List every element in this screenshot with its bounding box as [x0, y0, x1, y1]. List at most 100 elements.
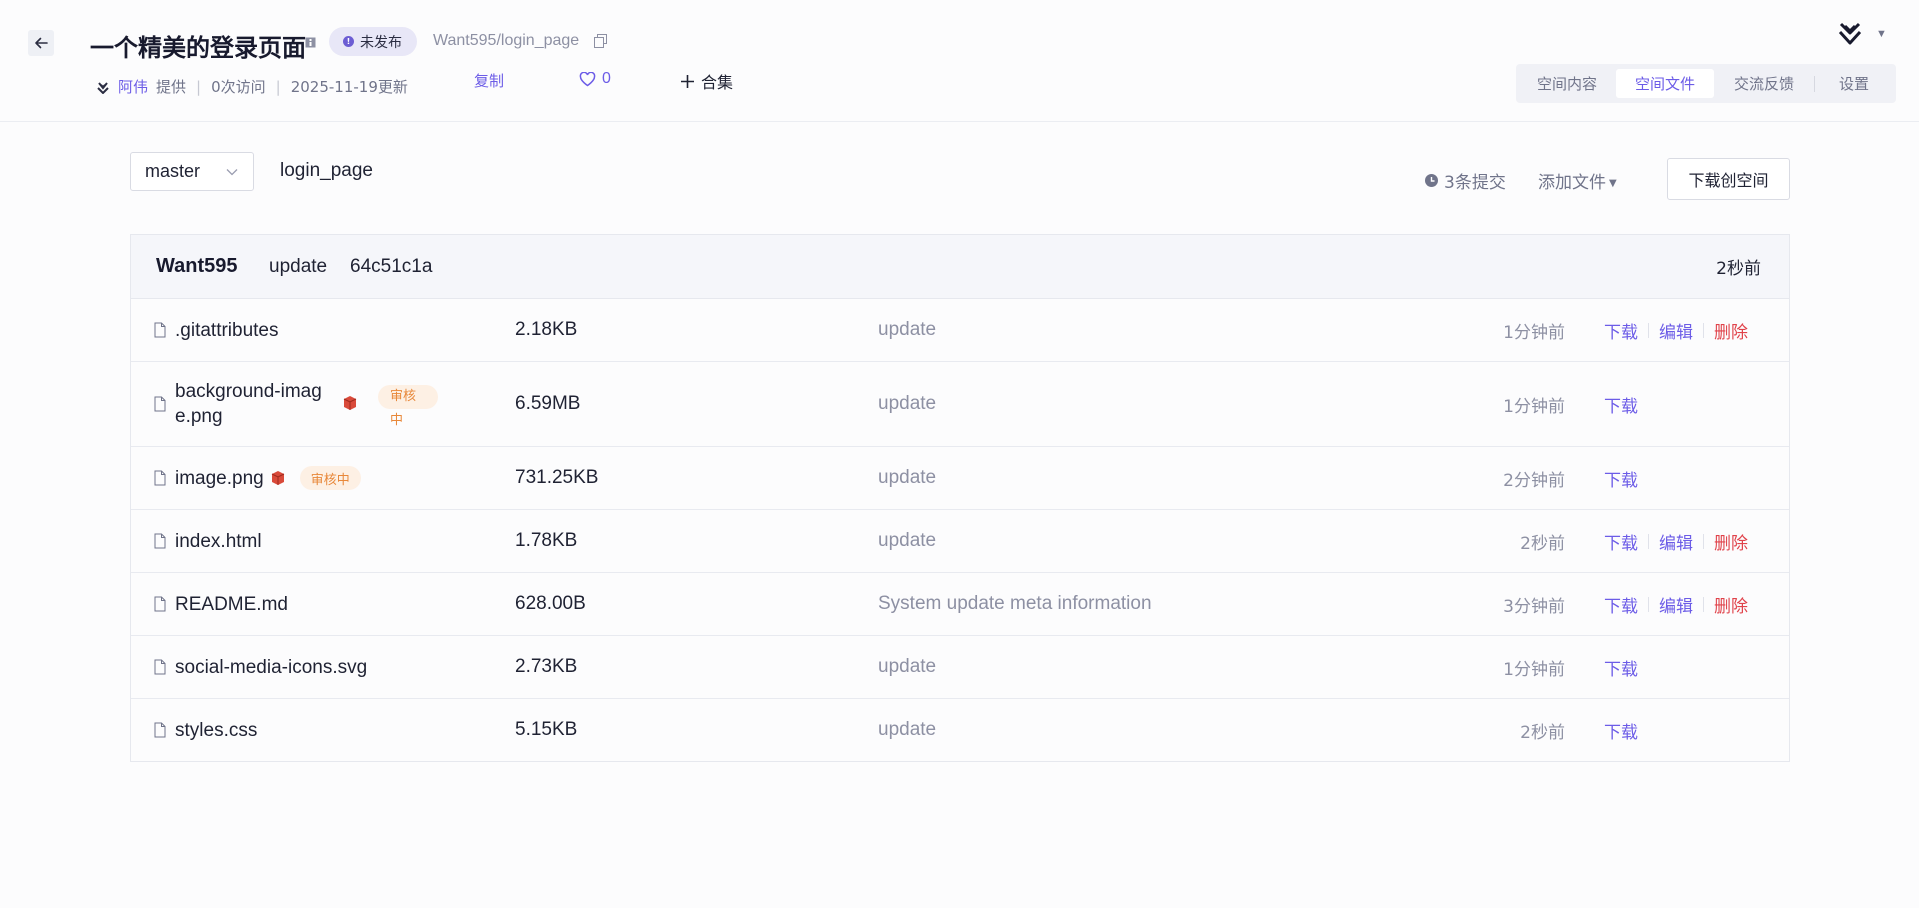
warning-icon: ! [343, 36, 354, 47]
review-status-badge: 审核中 [299, 466, 361, 490]
file-commit-message: update [878, 319, 937, 340]
heart-icon [579, 71, 596, 86]
file-name-link[interactable]: .gitattributes [175, 318, 279, 343]
table-row: background-imag e.png 审核中 6.59MB update 1… [131, 362, 1789, 447]
like-count: 0 [602, 70, 611, 87]
back-arrow-icon [35, 37, 48, 49]
download-space-button[interactable]: 下载创空间 [1667, 158, 1790, 200]
user-menu-caret-icon[interactable]: ▼ [1876, 28, 1887, 40]
table-row: README.md 628.00B System update meta inf… [131, 573, 1789, 636]
download-button[interactable]: 下载 [1604, 318, 1638, 343]
lfs-box-icon [271, 471, 284, 485]
delete-button[interactable]: 删除 [1714, 529, 1748, 554]
tab-settings[interactable]: 设置 [1815, 69, 1893, 98]
copy-space-button[interactable]: 复制 [474, 70, 504, 91]
file-size: 6.59MB [515, 393, 581, 414]
file-icon [154, 470, 166, 486]
delete-button[interactable]: 删除 [1714, 592, 1748, 617]
file-commit-message: update [878, 530, 937, 551]
add-file-dropdown[interactable]: 添加文件 ▼ [1538, 168, 1617, 193]
file-updated-time: 2秒前 [1520, 722, 1565, 743]
download-button[interactable]: 下载 [1604, 718, 1638, 743]
delete-button[interactable]: 删除 [1714, 318, 1748, 343]
divider [1648, 533, 1649, 549]
clock-icon [1425, 174, 1438, 187]
status-badge: ! 未发布 [329, 27, 417, 56]
file-updated-time: 3分钟前 [1503, 596, 1565, 617]
file-name-link[interactable]: social-media-icons.svg [175, 655, 367, 680]
file-icon [154, 659, 166, 675]
author-avatar-icon [97, 81, 109, 94]
author-link[interactable]: 阿伟 [118, 76, 148, 97]
file-icon [154, 322, 166, 338]
divider [1703, 322, 1704, 338]
file-name-link[interactable]: background-imag e.png [175, 379, 335, 429]
edit-button[interactable]: 编辑 [1659, 318, 1693, 343]
tab-feedback[interactable]: 交流反馈 [1714, 69, 1814, 98]
space-tabs: 空间内容 空间文件 交流反馈 设置 [1516, 64, 1896, 103]
file-updated-time: 1分钟前 [1503, 322, 1565, 343]
file-commit-message: update [878, 656, 937, 677]
tab-space-files[interactable]: 空间文件 [1616, 69, 1714, 98]
table-row: index.html 1.78KB update 2秒前 下载 编辑 删除 [131, 510, 1789, 573]
back-button[interactable] [28, 30, 54, 56]
like-button[interactable]: 0 [579, 70, 611, 88]
file-size: 5.15KB [515, 719, 578, 740]
page-title: 一个精美的登录页面 [90, 34, 306, 62]
divider [1648, 596, 1649, 612]
plus-icon [681, 74, 694, 88]
file-size: 1.78KB [515, 530, 578, 551]
download-button[interactable]: 下载 [1604, 466, 1638, 491]
avatar-logo-icon[interactable] [1838, 20, 1862, 46]
review-status-badge: 审核中 [378, 385, 438, 428]
updated-date: 2025-11-19更新 [290, 78, 408, 96]
visit-count: 0次访问 [211, 78, 266, 96]
file-commit-message: update [878, 393, 937, 414]
download-button[interactable]: 下载 [1604, 392, 1638, 417]
file-size: 628.00B [515, 593, 586, 614]
copy-icon[interactable] [594, 34, 607, 48]
provide-label: 提供 [156, 78, 187, 96]
divider [1648, 322, 1649, 338]
file-table: Want595 update 64c51c1a 2秒前 .gitattribut… [130, 234, 1790, 762]
download-button[interactable]: 下载 [1604, 655, 1638, 680]
divider: | [196, 77, 202, 96]
caret-down-icon: ▼ [1609, 178, 1617, 189]
file-size: 731.25KB [515, 467, 599, 488]
branch-select[interactable]: master [130, 152, 254, 191]
repo-path: Want595/login_page [433, 32, 580, 49]
file-name-link[interactable]: styles.css [175, 718, 257, 743]
file-name-link[interactable]: README.md [175, 592, 288, 617]
file-icon [154, 596, 166, 612]
info-icon[interactable] [305, 37, 316, 48]
branch-value: master [145, 161, 201, 181]
file-icon [154, 396, 166, 412]
table-row: social-media-icons.svg 2.73KB update 1分钟… [131, 636, 1789, 699]
commit-history-link[interactable]: 3条提交 [1424, 168, 1506, 193]
status-label: 未发布 [360, 34, 402, 51]
edit-button[interactable]: 编辑 [1659, 592, 1693, 617]
add-file-label: 添加文件 [1538, 173, 1606, 193]
repo-breadcrumb[interactable]: login_page [280, 160, 373, 182]
edit-button[interactable]: 编辑 [1659, 529, 1693, 554]
file-size: 2.73KB [515, 656, 578, 677]
latest-commit-row: Want595 update 64c51c1a 2秒前 [131, 235, 1789, 299]
download-button[interactable]: 下载 [1604, 592, 1638, 617]
commit-author[interactable]: Want595 [156, 255, 238, 278]
commit-time: 2秒前 [1716, 259, 1761, 279]
commit-count: 3条提交 [1444, 173, 1506, 193]
file-name-link[interactable]: index.html [175, 529, 262, 554]
file-commit-message: update [878, 467, 937, 488]
file-icon [154, 722, 166, 738]
add-to-collection-button[interactable]: 合集 [680, 69, 733, 93]
commit-hash[interactable]: 64c51c1a [350, 256, 432, 278]
file-commit-message: System update meta information [878, 593, 1152, 614]
tab-space-content[interactable]: 空间内容 [1518, 69, 1616, 98]
table-row: styles.css 5.15KB update 2秒前 下载 [131, 699, 1789, 761]
file-updated-time: 2分钟前 [1503, 470, 1565, 491]
divider [1703, 533, 1704, 549]
download-button[interactable]: 下载 [1604, 529, 1638, 554]
file-icon [154, 533, 166, 549]
file-name-link[interactable]: image.png [175, 466, 264, 491]
collection-label: 合集 [701, 73, 734, 92]
